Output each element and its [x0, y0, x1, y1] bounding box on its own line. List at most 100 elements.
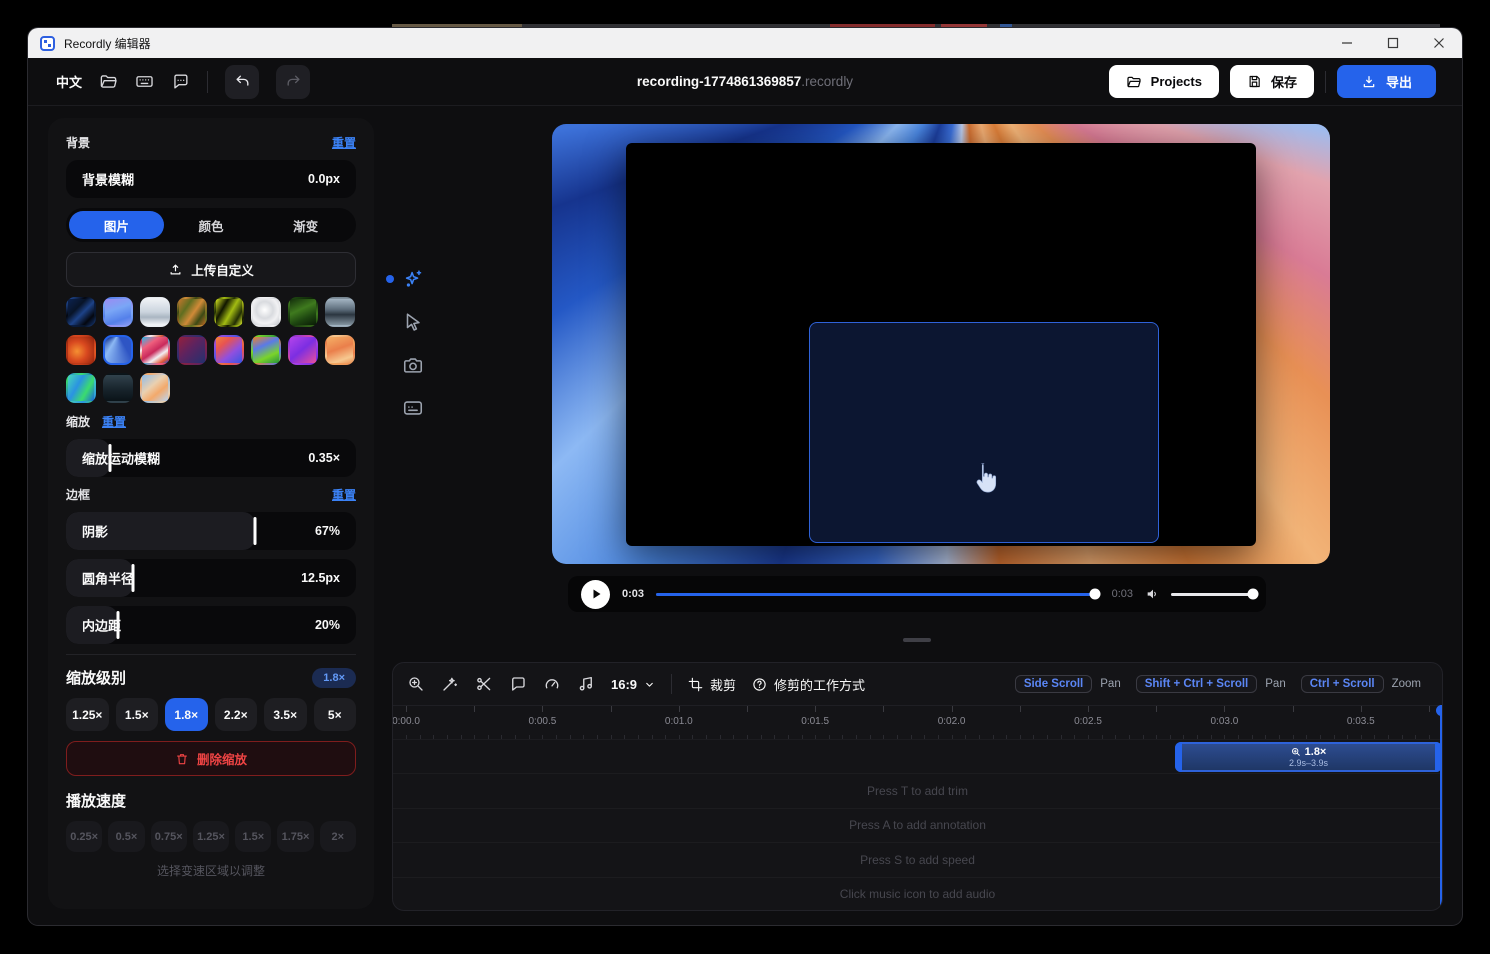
cursor-tool-button[interactable]: [402, 311, 424, 333]
projects-button[interactable]: Projects: [1109, 65, 1219, 98]
trim-help-button[interactable]: 修剪的工作方式: [752, 675, 865, 694]
delete-zoom-button[interactable]: 删除缩放: [66, 741, 356, 776]
shadow-slider[interactable]: 阴影 67%: [66, 512, 356, 550]
playhead-cap[interactable]: [1436, 705, 1444, 716]
zoom-clip-factor: 1.8×: [1305, 746, 1327, 758]
background-reset-link[interactable]: 重置: [332, 134, 356, 151]
background-tab-gradient[interactable]: 渐变: [258, 211, 353, 239]
zoom-level-option[interactable]: 2.2×: [215, 698, 258, 731]
effects-tool-button[interactable]: [402, 268, 424, 290]
background-thumbnail-orange-bloom[interactable]: [66, 335, 96, 365]
playhead[interactable]: [1440, 705, 1442, 910]
motion-blur-slider[interactable]: 缩放运动模糊 0.35×: [66, 439, 356, 477]
speed-button[interactable]: [543, 675, 561, 693]
undo-button[interactable]: [225, 65, 259, 99]
timeline-ruler[interactable]: 0:00.00:00.50:01.00:01.50:02.00:02.50:03…: [393, 706, 1442, 740]
speed-option[interactable]: 2×: [320, 821, 356, 852]
zoom-level-option[interactable]: 1.8×: [165, 698, 208, 731]
language-button[interactable]: 中文: [56, 72, 82, 91]
background-thumbnail-pastel-clouds[interactable]: [140, 373, 170, 403]
background-blur-slider[interactable]: 背景模糊 0.0px: [66, 160, 356, 198]
close-button[interactable]: [1416, 28, 1462, 58]
ruler-minor-tick: [529, 735, 530, 739]
music-button[interactable]: [577, 675, 595, 693]
redo-button[interactable]: [276, 65, 310, 99]
zoom-level-option[interactable]: 3.5×: [264, 698, 307, 731]
upload-custom-button[interactable]: 上传自定义: [66, 252, 356, 287]
volume-slider[interactable]: [1171, 593, 1253, 596]
progress-handle[interactable]: [1090, 589, 1101, 600]
background-thumbnail-sequoia-light[interactable]: [103, 335, 133, 365]
ruler-minor-tick: [761, 735, 762, 739]
ruler-minor-tick: [1279, 735, 1280, 739]
timeline-track[interactable]: Press A to add annotation: [393, 809, 1442, 843]
background-thumbnail-violet-flare[interactable]: [288, 335, 318, 365]
timeline-tracks: 1.8× 2.9s–3.9s Press T to add trimPress …: [393, 740, 1442, 911]
speed-option[interactable]: 0.5×: [108, 821, 144, 852]
keyboard-shortcuts-button[interactable]: [135, 72, 154, 91]
speed-option[interactable]: 1.75×: [277, 821, 313, 852]
timeline-track[interactable]: Press T to add trim: [393, 774, 1442, 808]
aspect-ratio-dropdown[interactable]: 16:9: [611, 677, 655, 692]
background-thumbnail-green-foliage[interactable]: [288, 297, 318, 327]
track-hint: Click music icon to add audio: [840, 887, 995, 901]
speed-option[interactable]: 1.25×: [193, 821, 229, 852]
background-thumbnail-lime-abstract[interactable]: [214, 297, 244, 327]
open-file-button[interactable]: [99, 72, 118, 91]
maximize-button[interactable]: [1370, 28, 1416, 58]
speed-option[interactable]: 0.75×: [151, 821, 187, 852]
zoom-clip[interactable]: 1.8× 2.9s–3.9s: [1175, 742, 1442, 772]
zoom-reset-link[interactable]: 重置: [102, 413, 126, 430]
timeline-track[interactable]: Click music icon to add audio: [393, 878, 1442, 911]
speed-option[interactable]: 1.5×: [235, 821, 271, 852]
ruler-minor-tick: [665, 735, 666, 739]
background-thumbnail-night-ridge[interactable]: [103, 373, 133, 403]
border-title: 边框: [66, 486, 90, 503]
background-thumbnail-sunset-waves[interactable]: [214, 335, 244, 365]
play-button[interactable]: [581, 580, 610, 609]
background-thumbnail-aurora-meadow[interactable]: [251, 335, 281, 365]
slider-handle[interactable]: [253, 517, 256, 544]
folder-open-icon: [1126, 74, 1142, 90]
background-thumbnail-white-ripple[interactable]: [251, 297, 281, 327]
ruler-minor-tick: [1252, 735, 1253, 739]
background-tab-color[interactable]: 颜色: [164, 211, 259, 239]
save-button[interactable]: 保存: [1230, 65, 1314, 98]
camera-tool-button[interactable]: [402, 354, 424, 376]
panel-resize-handle[interactable]: [903, 638, 931, 642]
background-thumbnail-big-sur-wave[interactable]: [140, 335, 170, 365]
progress-bar[interactable]: [656, 593, 1100, 596]
export-button[interactable]: 导出: [1337, 65, 1436, 98]
zoom-clip-left-handle[interactable]: [1175, 742, 1182, 772]
background-thumbnail-dark-blue-abstract[interactable]: [66, 297, 96, 327]
background-thumbnail-purple-blue-stream[interactable]: [103, 297, 133, 327]
crop-button[interactable]: 裁剪: [688, 675, 736, 694]
padding-slider[interactable]: 内边距 20%: [66, 606, 356, 644]
volume-handle[interactable]: [1248, 589, 1259, 600]
magic-wand-button[interactable]: [441, 675, 459, 693]
corner-radius-slider[interactable]: 圆角半径 12.5px: [66, 559, 356, 597]
speed-option[interactable]: 0.25×: [66, 821, 102, 852]
background-thumbnail-snowy-peak[interactable]: [140, 297, 170, 327]
timeline-zoom-button[interactable]: [407, 675, 425, 693]
background-thumbnail-mountain-lake[interactable]: [325, 297, 355, 327]
zoom-highlight-region[interactable]: [809, 322, 1159, 543]
timeline-track[interactable]: Press S to add speed: [393, 843, 1442, 877]
zoom-level-option[interactable]: 1.5×: [116, 698, 159, 731]
zoom-level-option[interactable]: 1.25×: [66, 698, 109, 731]
preview-canvas[interactable]: [552, 124, 1330, 564]
minimize-button[interactable]: [1324, 28, 1370, 58]
volume-icon[interactable]: [1145, 586, 1161, 602]
annotation-button[interactable]: [509, 675, 527, 693]
background-thumbnail-autumn-forest[interactable]: [177, 297, 207, 327]
feedback-button[interactable]: [171, 72, 190, 91]
captions-tool-button[interactable]: [402, 397, 424, 419]
zoom-level-option[interactable]: 5×: [314, 698, 357, 731]
background-tab-image[interactable]: 图片: [69, 211, 164, 239]
background-thumbnail-dusk-gradient[interactable]: [177, 335, 207, 365]
slider-label: 阴影: [82, 522, 108, 541]
cut-button[interactable]: [475, 675, 493, 693]
border-reset-link[interactable]: 重置: [332, 486, 356, 503]
background-thumbnail-teal-rays[interactable]: [66, 373, 96, 403]
background-thumbnail-peach-rays[interactable]: [325, 335, 355, 365]
